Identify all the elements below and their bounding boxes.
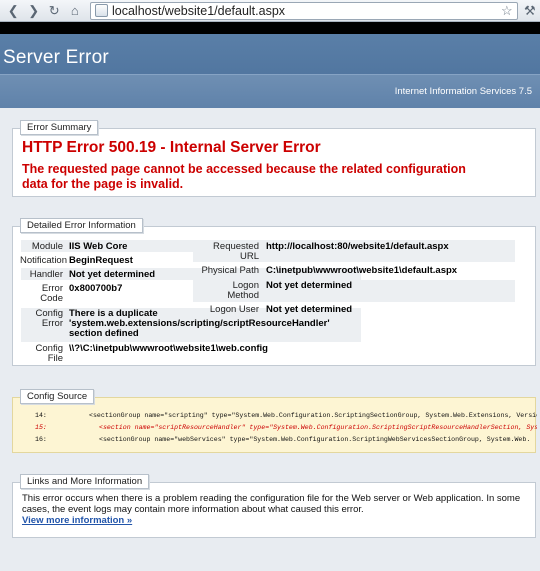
detail-label-physical-path: Physical Path (201, 265, 259, 276)
detail-value-logon-user: Not yet determined (266, 304, 353, 315)
label-line: File (47, 353, 63, 364)
label-line: Error (41, 318, 63, 329)
detail-label-notification: Notification (20, 255, 67, 266)
line-text: <sectionGroup name="webServices" type="S… (99, 436, 531, 443)
detail-value-config-file: \\?\C:\inetpub\wwwroot\website1\web.conf… (69, 343, 268, 354)
detail-label-handler: Handler (29, 269, 63, 280)
error-message-line: data for the page is invalid. (22, 177, 184, 191)
bookmark-star-icon[interactable]: ☆ (501, 3, 513, 19)
page-header: Server Error Internet Information Servic… (0, 34, 540, 108)
detailed-error-box: Detailed Error Information Module IIS We… (12, 218, 536, 366)
config-source-legend: Config Source (20, 389, 95, 404)
address-url[interactable]: localhost/website1/default.aspx (112, 4, 285, 18)
detail-value-module: IIS Web Core (69, 241, 128, 252)
code-line: 14: <sectionGroup name="scripting" type=… (13, 410, 537, 422)
bookmarks-bar (0, 22, 540, 34)
code-line: 16: <sectionGroup name="webServices" typ… (13, 434, 537, 446)
error-message-line: The requested page cannot be accessed be… (22, 162, 466, 176)
line-text: <sectionGroup name="scripting" type="Sys… (89, 412, 537, 419)
value-line: section defined (69, 328, 139, 339)
browser-toolbar: ❮ ❯ ↻ ⌂ localhost/website1/default.aspx … (0, 0, 540, 22)
line-number: 14: (35, 412, 47, 419)
detail-label-config-error: Config Error (17, 309, 63, 329)
config-source-box: Config Source 14: <sectionGroup name="sc… (12, 389, 537, 453)
detail-label-logon-user: Logon User (209, 304, 259, 315)
detail-label-config-file: Config File (17, 344, 63, 364)
reload-icon[interactable]: ↻ (45, 2, 64, 20)
detail-label-module: Module (31, 241, 63, 252)
detail-value-handler: Not yet determined (69, 269, 156, 280)
error-summary-legend: Error Summary (20, 120, 99, 135)
detail-value-physical-path: C:\inetpub\wwwroot\website1\default.aspx (266, 265, 458, 276)
detail-label-requested-url: Requested URL (203, 242, 259, 262)
back-icon[interactable]: ❮ (4, 2, 23, 20)
line-number: 16: (35, 436, 47, 443)
links-paragraph: This error occurs when there is a proble… (22, 493, 521, 515)
label-line: URL (239, 251, 259, 262)
detail-label-logon-method: Logon Method (203, 281, 259, 301)
label-line: Code (40, 293, 63, 304)
view-more-link[interactable]: View more information » (22, 515, 132, 526)
links-legend: Links and More Information (20, 474, 150, 489)
server-name: Internet Information Services 7.5 (394, 86, 532, 97)
line-text: <section name="scriptResourceHandler" ty… (99, 424, 537, 431)
code-line-error: 15: <section name="scriptResourceHandler… (13, 422, 537, 434)
home-icon[interactable]: ⌂ (66, 2, 85, 20)
error-message: The requested page cannot be accessed be… (22, 162, 522, 192)
page-icon (95, 4, 108, 17)
wrench-icon[interactable]: ⚒ (520, 2, 540, 20)
error-heading: HTTP Error 500.19 - Internal Server Erro… (22, 139, 321, 156)
detail-value-error-code: 0x800700b7 (69, 283, 123, 294)
address-bar[interactable]: localhost/website1/default.aspx ☆ (90, 1, 518, 20)
detail-value-notification: BeginRequest (69, 255, 133, 266)
line-number: 15: (35, 424, 47, 431)
page-title: Server Error (3, 47, 109, 68)
detail-value-logon-method: Not yet determined (266, 280, 353, 291)
detailed-error-legend: Detailed Error Information (20, 218, 143, 233)
links-box: Links and More Information This error oc… (12, 474, 536, 538)
error-summary-box: Error Summary HTTP Error 500.19 - Intern… (12, 120, 536, 197)
forward-icon[interactable]: ❯ (25, 2, 44, 20)
detail-value-requested-url: http://localhost:80/website1/default.asp… (266, 241, 449, 252)
label-line: Method (227, 290, 259, 301)
detail-label-error-code: Error Code (17, 284, 63, 304)
